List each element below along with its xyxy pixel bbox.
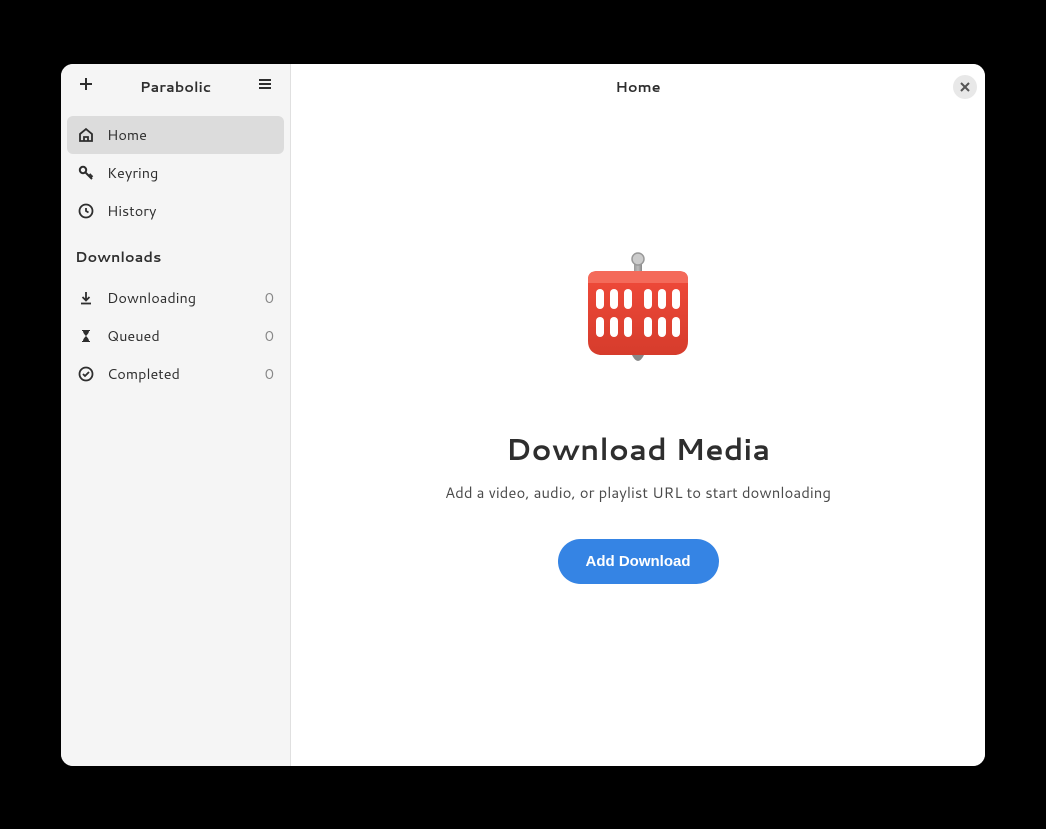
nav-label: Home [107,124,274,145]
downloads-header: Downloads [61,236,290,273]
close-icon [960,75,970,98]
sidebar-item-downloading[interactable]: Downloading 0 [67,279,284,317]
add-button[interactable] [69,70,103,104]
app-title: Parabolic [103,76,248,97]
app-logo-icon [568,251,708,387]
key-icon [77,164,95,182]
nav-label: History [107,200,274,221]
sidebar-item-queued[interactable]: Queued 0 [67,317,284,355]
sidebar-item-history[interactable]: History [67,192,284,230]
downloads-nav: Downloading 0 Queued 0 [61,273,290,399]
sidebar-item-keyring[interactable]: Keyring [67,154,284,192]
nav-label: Downloading [107,287,265,308]
close-button[interactable] [953,75,977,99]
sidebar-item-completed[interactable]: Completed 0 [67,355,284,393]
menu-icon [257,75,273,98]
nav-count: 0 [265,325,274,346]
sidebar-nav: Home Keyring History [61,110,290,236]
main-header: Home [291,64,985,110]
nav-label: Keyring [107,162,274,183]
menu-button[interactable] [248,70,282,104]
sidebar-item-home[interactable]: Home [67,116,284,154]
check-circle-icon [77,365,95,383]
content-title: Download Media [506,427,771,470]
nav-label: Completed [107,363,265,384]
plus-icon [78,75,94,98]
nav-count: 0 [265,363,274,384]
clock-icon [77,202,95,220]
nav-label: Queued [107,325,265,346]
hourglass-icon [77,327,95,345]
add-download-button[interactable]: Add Download [558,539,719,584]
app-window: Parabolic Home [61,64,985,766]
main-panel: Home [291,64,985,766]
content-subtitle: Add a video, audio, or playlist URL to s… [445,482,831,503]
sidebar: Parabolic Home [61,64,291,766]
main-content: Download Media Add a video, audio, or pl… [291,110,985,766]
nav-count: 0 [265,287,274,308]
page-title: Home [615,76,660,97]
download-icon [77,289,95,307]
sidebar-header: Parabolic [61,64,290,110]
home-icon [77,126,95,144]
